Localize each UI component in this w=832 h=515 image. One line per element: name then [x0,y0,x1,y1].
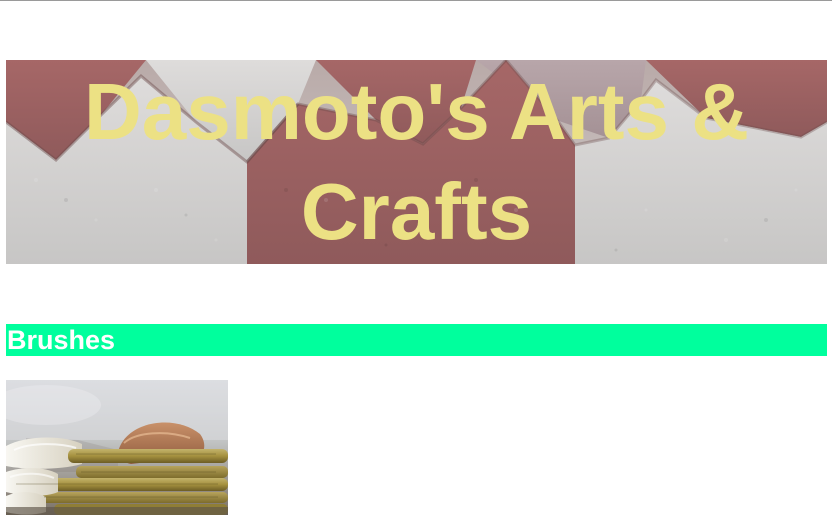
top-border [0,0,832,1]
site-title: Dasmoto's Arts & Crafts [83,67,750,256]
page: Dasmoto's Arts & Crafts Brushes [0,0,832,515]
site-header: Dasmoto's Arts & Crafts [6,60,827,264]
section-heading-brushes: Brushes [6,324,827,356]
brushes-photo [6,380,228,515]
brushes-image [6,380,228,515]
